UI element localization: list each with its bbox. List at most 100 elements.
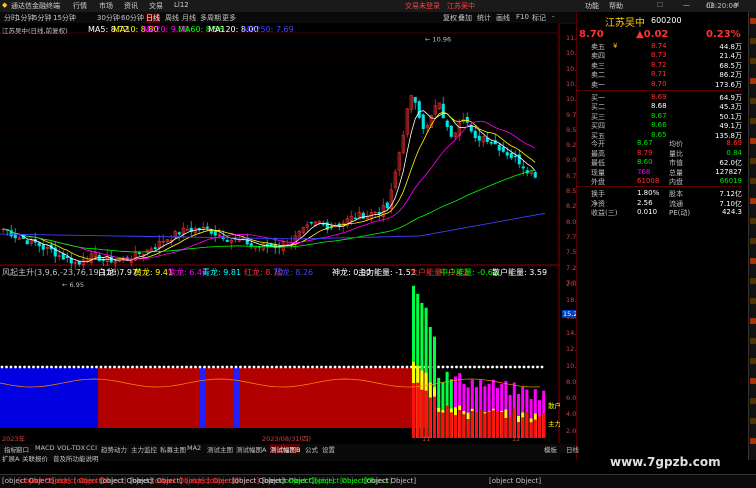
- sidebar-tool-icon[interactable]: [750, 38, 756, 44]
- sidebar-tool-icon[interactable]: [750, 338, 756, 344]
- sidebar-tool-icon[interactable]: [750, 98, 756, 104]
- tool-f10[interactable]: F10: [516, 13, 529, 21]
- stat-value: 8.79: [637, 148, 653, 157]
- indicator-dot: [86, 365, 89, 369]
- indicator-tab[interactable]: MA2: [187, 444, 201, 452]
- sidebar-tool-icon[interactable]: [750, 218, 756, 224]
- indicator-dot: [126, 365, 130, 369]
- indicator-dot: [108, 365, 112, 369]
- candle-body: [385, 202, 389, 209]
- sidebar-tool-icon[interactable]: [750, 118, 756, 124]
- indicator-dot: [189, 365, 193, 369]
- stat-label: 净资: [591, 199, 605, 208]
- period-15min[interactable]: 15分钟: [53, 13, 76, 23]
- stat-value: 127827: [715, 167, 742, 176]
- sidebar-tool-icon[interactable]: [750, 438, 756, 444]
- sidebar-tool-icon[interactable]: [750, 298, 756, 304]
- stat-label: 市值: [669, 159, 683, 168]
- sidebar-tool-icon[interactable]: [750, 178, 756, 184]
- tool-diejia[interactable]: 叠加: [458, 13, 472, 23]
- menu-item-shichang[interactable]: 市场: [99, 1, 113, 11]
- period-more[interactable]: 更多: [222, 13, 236, 23]
- stock-badge[interactable]: 江苏吴中: [447, 1, 475, 11]
- period-monthly[interactable]: 月线: [182, 13, 196, 23]
- indicator-legend-item: 青龙: 9.81: [202, 268, 242, 277]
- indicator-dot: [135, 365, 139, 369]
- indicator-dot: [59, 365, 62, 369]
- extension-tab[interactable]: 扩展A: [2, 453, 19, 463]
- indicator-red-block: [98, 368, 428, 428]
- sidebar-tool-icon[interactable]: [750, 198, 756, 204]
- indicator-tab[interactable]: CCI: [86, 444, 97, 452]
- period-60min[interactable]: 60分钟: [121, 13, 144, 23]
- menu-item-bangzhu[interactable]: 帮助: [609, 1, 623, 11]
- extension-tab[interactable]: 关联报价: [22, 453, 48, 463]
- indicator-spike-bar: [458, 409, 462, 438]
- template-tab[interactable]: 模板: [544, 444, 557, 454]
- period-daily[interactable]: 日线: [146, 13, 160, 23]
- candle-body: [37, 242, 41, 247]
- stat-value: 7.10亿: [719, 199, 742, 208]
- sidebar-tool-icon[interactable]: [750, 378, 756, 384]
- bid-row: 买四 8.66 49.1万: [577, 121, 742, 130]
- sidebar-tool-icon[interactable]: [750, 138, 756, 144]
- status-item[interactable]: [object Object]: [489, 477, 541, 485]
- indicator-spike-bar: [420, 389, 424, 438]
- ma-legend: MA5: 8.72 MA10: 8.80 MA20: 9.08 MA60: 8.56 M…: [88, 25, 418, 34]
- stat-label: 现量: [591, 168, 605, 177]
- minimize-icon[interactable]: —: [683, 1, 690, 9]
- price-change-pct: 0.23%: [706, 29, 741, 40]
- sidebar-tool-icon[interactable]: [750, 78, 756, 84]
- menu-item-gongneng[interactable]: 功能: [585, 1, 599, 11]
- indicator-tab[interactable]: MACD: [35, 444, 54, 452]
- sidebar-tool-icon[interactable]: [750, 398, 756, 404]
- indicator-tab[interactable]: VOL-TDX: [57, 444, 85, 452]
- stat-value: 0.84: [726, 148, 742, 157]
- period-1min[interactable]: 1分钟: [16, 13, 34, 23]
- sidebar-tool-icon[interactable]: [750, 58, 756, 64]
- sidebar-tool-icon[interactable]: [750, 278, 756, 284]
- tool-huaxian[interactable]: 画线: [496, 13, 510, 23]
- indicator-dot: [122, 365, 125, 369]
- indicator-dot: [203, 365, 206, 369]
- stat-row: 净资 2.56 流通 7.10亿: [577, 199, 742, 208]
- indicator-legend-item: 白龙: 7.97: [98, 268, 138, 277]
- indicator-spike-bar: [475, 412, 478, 438]
- period-5min[interactable]: 5分钟: [33, 13, 51, 23]
- menu-item-ll12[interactable]: Ll12: [174, 1, 189, 9]
- sidebar-tool-icon[interactable]: [750, 18, 756, 24]
- sidebar-tool-icon[interactable]: [750, 158, 756, 164]
- indicator-dot: [261, 365, 265, 369]
- sidebar-tool-icon[interactable]: [750, 418, 756, 424]
- menu-item-hangqing[interactable]: 行情: [73, 1, 87, 11]
- indicator-dot: [9, 365, 13, 369]
- period-multi[interactable]: 多周期: [200, 13, 221, 23]
- sidebar-tool-icon[interactable]: [750, 318, 756, 324]
- indicator-dot: [162, 365, 166, 369]
- kline-chart[interactable]: ← 10.96 ← 6.95 2023年 2023/08/31(四) 11 12 散户主力: [0, 23, 560, 443]
- chart-area[interactable]: ← 10.96 ← 6.95 2023年 2023/08/31(四) 11 12 散户 主力 …: [0, 23, 560, 443]
- pin-icon[interactable]: ☐: [657, 1, 663, 9]
- bid-row: 买二 8.68 45.3万: [577, 102, 742, 111]
- period-weekly[interactable]: 周线: [165, 13, 179, 23]
- daily-tab[interactable]: 日线: [566, 444, 586, 454]
- tool-tongji[interactable]: 统计: [477, 13, 491, 23]
- sidebar-tool-icon[interactable]: [750, 258, 756, 264]
- candle-body: [249, 243, 253, 246]
- sidebar-tool-icon[interactable]: [750, 358, 756, 364]
- trade-login-status[interactable]: 交易未登录: [405, 1, 440, 11]
- last-price: 8.70: [579, 29, 604, 40]
- candle-body: [61, 253, 65, 260]
- stat-label: 最低: [591, 159, 605, 168]
- tool-biaoji[interactable]: 标记: [532, 13, 546, 23]
- bid-price: 8.69: [651, 93, 667, 101]
- status-item: [object Object]: [364, 477, 417, 485]
- indicator-dot: [63, 365, 67, 369]
- menu-item-jiaoyi[interactable]: 交易: [149, 1, 163, 11]
- period-30min[interactable]: 30分钟: [97, 13, 120, 23]
- sidebar-tool-icon[interactable]: [750, 238, 756, 244]
- menu-item-zixun[interactable]: 资讯: [124, 1, 138, 11]
- tool-fuquan[interactable]: 复权: [443, 13, 457, 23]
- tool-minus[interactable]: -: [552, 13, 555, 21]
- extension-tab[interactable]: 普及所功能说明: [53, 453, 99, 463]
